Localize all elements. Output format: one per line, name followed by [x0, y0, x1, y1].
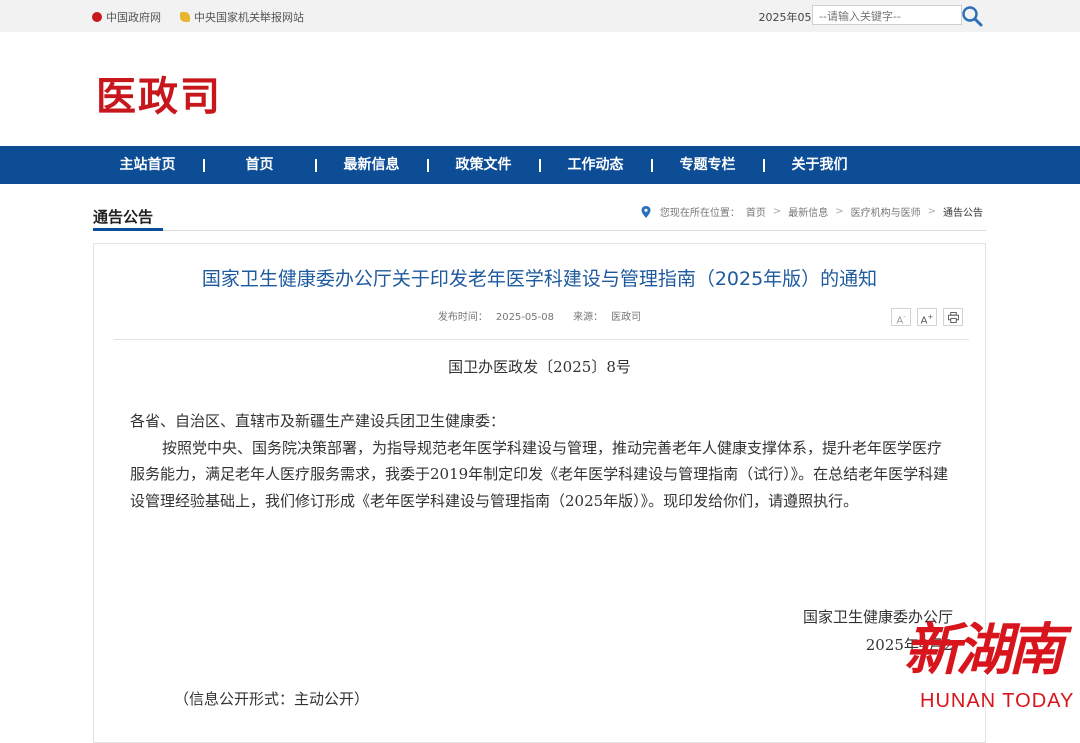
document-number: 国卫办医政发〔2025〕8号: [448, 358, 631, 376]
disclosure-form: （信息公开形式：主动公开）: [174, 690, 370, 708]
search-icon[interactable]: [960, 4, 984, 28]
section-title: 通告公告: [93, 208, 154, 226]
article-tools: A- A+: [891, 308, 963, 326]
breadcrumb-latest-info[interactable]: 最新信息: [788, 204, 828, 219]
watermark-en-text: HUNAN TODAY: [920, 690, 1075, 712]
national-emblem-icon: [92, 12, 102, 22]
print-button[interactable]: [943, 308, 963, 326]
publish-date: 2025-05-08: [495, 312, 554, 323]
section-divider: [93, 230, 986, 231]
search-input[interactable]: [812, 5, 962, 25]
report-hand-icon: [180, 12, 190, 22]
watermark-cn-text: 新湖南: [904, 617, 1064, 683]
breadcrumb-medical-institutions[interactable]: 医疗机构与医师: [851, 204, 921, 219]
breadcrumb-arrow-icon: >: [835, 206, 844, 217]
nav-main-site-home[interactable]: 主站首页: [92, 146, 203, 184]
meta-divider: [114, 339, 969, 340]
nav-policy-docs[interactable]: 政策文件: [428, 146, 539, 184]
font-decrease-button[interactable]: A-: [891, 308, 911, 326]
nav-about-us[interactable]: 关于我们: [764, 146, 875, 184]
article-body: 各省、自治区、直辖市及新疆生产建设兵团卫生健康委： 按照党中央、国务院决策部署，…: [130, 408, 953, 514]
breadcrumb: 您现在所在位置： 首页 > 最新信息 > 医疗机构与医师 > 通告公告: [641, 204, 986, 219]
nav-work-news[interactable]: 工作动态: [540, 146, 651, 184]
breadcrumb-arrow-icon: >: [927, 206, 936, 217]
breadcrumb-current[interactable]: 通告公告: [943, 204, 983, 219]
body-paragraph: 按照党中央、国务院决策部署，为指导规范老年医学科建设与管理，推动完善老年人健康支…: [130, 438, 949, 510]
link-report-site[interactable]: 中央国家机关举报网站: [180, 9, 304, 25]
nav-home[interactable]: 首页: [204, 146, 315, 184]
source-value: 医政司: [611, 312, 642, 323]
breadcrumb-arrow-icon: >: [772, 206, 782, 217]
article-title: 国家卫生健康委办公厅关于印发老年医学科建设与管理指南（2025年版）的通知: [201, 268, 878, 290]
site-title[interactable]: 医政司: [96, 64, 222, 122]
article-meta: 发布时间： 2025-05-08 来源： 医政司: [94, 308, 985, 323]
printer-icon: [947, 312, 959, 323]
nav-special-topics[interactable]: 专题专栏: [652, 146, 763, 184]
font-increase-button[interactable]: A+: [917, 308, 937, 326]
section-title-underline: [93, 228, 163, 231]
link-report-site-label: 中央国家机关举报网站: [194, 11, 304, 24]
hunan-today-watermark-logo: 新湖南 HUNAN TODAY: [898, 610, 1080, 722]
location-pin-icon: [641, 205, 651, 218]
link-gov-portal[interactable]: 中国政府网: [92, 9, 161, 25]
publish-label: 发布时间：: [437, 312, 488, 323]
breadcrumb-home[interactable]: 首页: [746, 204, 766, 219]
salutation: 各省、自治区、直辖市及新疆生产建设兵团卫生健康委：: [130, 412, 506, 430]
main-nav: 主站首页 首页 最新信息 政策文件 工作动态 专题专栏 关于我们: [0, 146, 1080, 184]
article-panel: 国家卫生健康委办公厅关于印发老年医学科建设与管理指南（2025年版）的通知 发布…: [93, 243, 986, 743]
top-bar: 中国政府网 | 中央国家机关举报网站 2025年05月08日 星期四: [0, 0, 1080, 32]
breadcrumb-prefix: 您现在所在位置：: [659, 208, 740, 219]
nav-latest-info[interactable]: 最新信息: [316, 146, 427, 184]
source-label: 来源：: [573, 312, 604, 323]
link-gov-portal-label: 中国政府网: [106, 11, 161, 24]
